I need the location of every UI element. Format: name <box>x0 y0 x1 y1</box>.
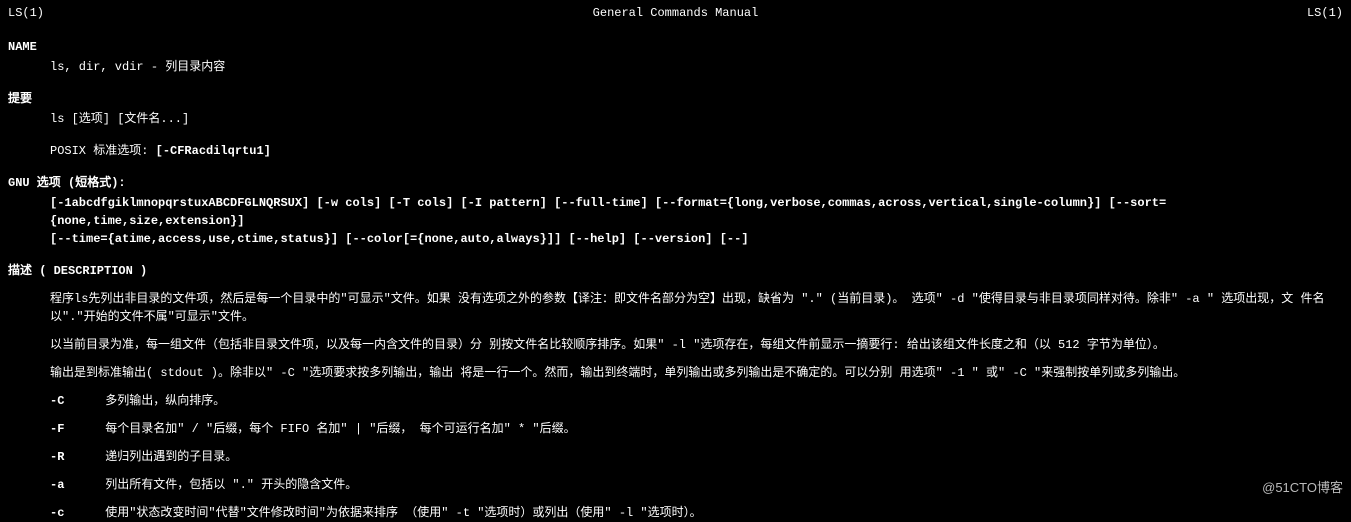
manpage-header: LS(1) General Commands Manual LS(1) <box>8 4 1343 22</box>
option-row: -F 每个目录名加" / "后缀，每个 FIFO 名加" | "后缀， 每个可运… <box>8 420 1343 438</box>
option-flag: -R <box>50 448 98 466</box>
option-desc: 递归列出遇到的子目录。 <box>105 450 237 464</box>
section-synopsis-title: 提要 <box>8 90 1343 108</box>
option-flag: -a <box>50 476 98 494</box>
section-gnu-title: GNU 选项 (短格式): <box>8 174 1343 192</box>
header-left: LS(1) <box>8 4 44 22</box>
option-row: -R 递归列出遇到的子目录。 <box>8 448 1343 466</box>
watermark: @51CTO博客 <box>1262 478 1343 498</box>
posix-opts: [-CFRacdilqrtu1] <box>156 144 271 158</box>
section-name-title: NAME <box>8 38 1343 56</box>
option-flag: -F <box>50 420 98 438</box>
option-flag: -C <box>50 392 98 410</box>
gnu-options-line1: [-1abcdfgiklmnopqrstuxABCDFGLNQRSUX] [-w… <box>8 194 1343 230</box>
header-center: General Commands Manual <box>593 4 759 22</box>
description-p3: 输出是到标准输出( stdout )。除非以" -C "选项要求按多列输出，输出… <box>8 364 1343 382</box>
section-name-content: ls, dir, vdir - 列目录内容 <box>8 58 1343 76</box>
option-row: -a 列出所有文件，包括以 "." 开头的隐含文件。 <box>8 476 1343 494</box>
option-desc: 多列输出，纵向排序。 <box>105 394 225 408</box>
option-row: -c 使用"状态改变时间"代替"文件修改时间"为依据来排序 （使用" -t "选… <box>8 504 1343 522</box>
posix-label: POSIX 标准选项: <box>50 144 148 158</box>
synopsis-posix: POSIX 标准选项: [-CFRacdilqrtu1] <box>8 142 1343 160</box>
option-desc: 每个目录名加" / "后缀，每个 FIFO 名加" | "后缀， 每个可运行名加… <box>105 422 575 436</box>
option-desc: 列出所有文件，包括以 "." 开头的隐含文件。 <box>105 478 357 492</box>
header-right: LS(1) <box>1307 4 1343 22</box>
synopsis-usage: ls [选项] [文件名...] <box>8 110 1343 128</box>
option-flag: -c <box>50 504 98 522</box>
description-p1: 程序ls先列出非目录的文件项，然后是每一个目录中的"可显示"文件。如果 没有选项… <box>8 290 1343 326</box>
option-desc: 使用"状态改变时间"代替"文件修改时间"为依据来排序 （使用" -t "选项时）… <box>105 506 701 520</box>
option-row: -C 多列输出，纵向排序。 <box>8 392 1343 410</box>
section-description-title: 描述 ( DESCRIPTION ) <box>8 262 1343 280</box>
description-p2: 以当前目录为准，每一组文件（包括非目录文件项，以及每一内含文件的目录）分 别按文… <box>8 336 1343 354</box>
gnu-options-line2: [--time={atime,access,use,ctime,status}]… <box>8 230 1343 248</box>
